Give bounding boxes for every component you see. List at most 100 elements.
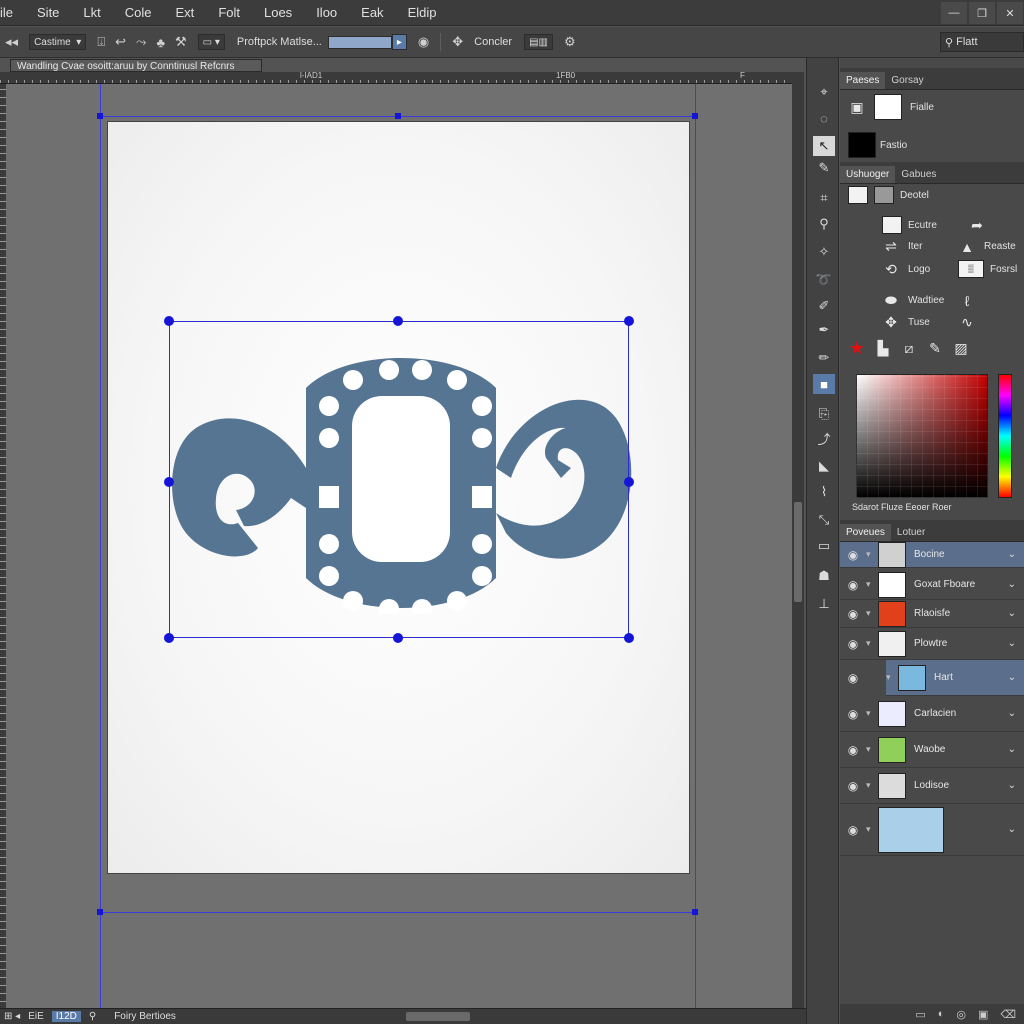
constrain-icon[interactable]: ✥ [452, 34, 463, 50]
layer-row[interactable]: ◉ ▾ Bocine ⌄ [840, 541, 1024, 568]
pencil-icon[interactable]: ✎ [926, 340, 944, 357]
transform-handle-bc[interactable] [393, 633, 403, 643]
char-swatch[interactable] [848, 186, 868, 204]
layer-row[interactable]: ◉ ▾ Rlaoisfe ⌄ [840, 600, 1024, 628]
frame-handle[interactable] [692, 113, 698, 119]
menu-ext[interactable]: Ext [164, 0, 207, 26]
tab-gorsay[interactable]: Gorsay [885, 72, 929, 89]
menu-tools[interactable]: Iloo [304, 0, 349, 26]
layer-row[interactable]: ◉ ▾ Lodisoe ⌄ [840, 768, 1024, 804]
minimize-button[interactable]: — [941, 2, 967, 24]
eye-icon[interactable]: ◉ [418, 34, 429, 50]
visibility-eye-icon[interactable]: ◉ [840, 637, 866, 651]
chevron-down-icon[interactable]: ⌄ [1008, 780, 1016, 791]
menu-file[interactable]: ile [0, 0, 25, 26]
ellipse-icon[interactable]: ⬬ [882, 292, 900, 309]
path-tool-icon[interactable]: ⤡ [813, 510, 835, 530]
menu-help[interactable]: Eldip [396, 0, 449, 26]
visibility-eye-icon[interactable]: ◉ [840, 548, 866, 562]
wave-icon[interactable]: ∿ [958, 314, 976, 331]
chevron-down-icon[interactable]: ⌄ [1008, 638, 1016, 649]
char-swatch-grey[interactable] [874, 186, 894, 204]
layer-expand-icon[interactable]: ▾ [886, 672, 898, 683]
image-icon[interactable]: ▨ [952, 340, 970, 357]
layer-row[interactable]: ◉ ▾ Plowtre ⌄ [840, 628, 1024, 660]
constrain-label[interactable]: Concler [474, 36, 512, 48]
visibility-eye-icon[interactable]: ◉ [840, 707, 866, 721]
type-tool-icon[interactable]: ⌇ [813, 482, 835, 502]
curl-icon[interactable]: ℓ [958, 293, 976, 309]
grid-icon[interactable] [882, 216, 902, 234]
pen-tool-icon[interactable]: ✒ [813, 320, 835, 340]
chevron-down-icon[interactable]: ⌄ [1008, 744, 1016, 755]
frame-handle[interactable] [97, 113, 103, 119]
canvas-area[interactable] [6, 84, 792, 1010]
zoom-tool-icon[interactable]: ⊥ [813, 594, 835, 614]
tab-paeses[interactable]: Paeses [840, 72, 886, 89]
wrench-icon[interactable]: ⚒ [175, 34, 187, 50]
selection-bounding-box[interactable] [169, 321, 629, 638]
lasso-tool-icon[interactable]: ➰ [813, 270, 835, 290]
transform-handle-tc[interactable] [393, 316, 403, 326]
transform-handle-tr[interactable] [624, 316, 634, 326]
layer-expand-icon[interactable]: ▾ [866, 549, 878, 560]
hue-slider[interactable] [998, 374, 1012, 498]
transform-handle-mr[interactable] [624, 477, 634, 487]
crop-tool-icon[interactable]: ⌗ [813, 188, 835, 208]
visibility-eye-icon[interactable]: ◉ [840, 743, 866, 757]
zoom-icon[interactable]: ⚲ [85, 1011, 100, 1022]
new-layer-icon[interactable]: ▣ [978, 1008, 988, 1021]
grid-toggle[interactable]: ▤▥ [524, 34, 553, 50]
chevron-down-icon[interactable]: ⌄ [1008, 708, 1016, 719]
pencil-tool-icon[interactable]: ✏ [813, 348, 835, 368]
puppet-icon[interactable]: ♣ [156, 35, 165, 50]
frame-handle[interactable] [97, 909, 103, 915]
chevron-down-icon[interactable]: ⌄ [1008, 549, 1016, 560]
layer-row[interactable]: ◉ ▾ ⌄ [840, 804, 1024, 856]
menu-site[interactable]: Site [25, 0, 71, 26]
visibility-eye-icon[interactable]: ◉ [840, 671, 866, 685]
transform-handle-bl[interactable] [164, 633, 174, 643]
curve-icon[interactable]: ↩ [115, 34, 126, 50]
visibility-eye-icon[interactable]: ◉ [840, 607, 866, 621]
layer-expand-icon[interactable]: ▾ [866, 708, 878, 719]
background-swatch[interactable] [848, 132, 876, 158]
tab-poveues[interactable]: Poveues [840, 524, 891, 541]
chevron-down-icon[interactable]: ⌄ [1008, 608, 1016, 619]
star-icon[interactable]: ★ [848, 338, 866, 359]
eraser-icon[interactable]: ⧄ [900, 340, 918, 357]
transform-handle-br[interactable] [624, 633, 634, 643]
layer-row[interactable]: ◉ ▾ Hart ⌄ [848, 660, 1024, 696]
layer-expand-icon[interactable]: ▾ [866, 824, 878, 835]
shape-tool-icon[interactable]: ▭ [813, 536, 835, 556]
layer-row[interactable]: ◉ ▾ Carlacien ⌄ [840, 696, 1024, 732]
layer-icon[interactable]: ▣ [848, 99, 866, 116]
visibility-eye-icon[interactable]: ◉ [840, 779, 866, 793]
tab-ushuoger[interactable]: Ushuoger [840, 166, 896, 183]
scroll-thumb[interactable] [794, 502, 802, 602]
chevron-down-icon[interactable]: ⌄ [1008, 672, 1016, 683]
visibility-eye-icon[interactable]: ◉ [840, 823, 866, 837]
selection-tool-icon[interactable]: ↖ [813, 136, 835, 156]
back-arrow-icon[interactable]: ◂◂ [5, 34, 18, 50]
eyedropper-tool-icon[interactable]: ⚲ [813, 214, 835, 234]
menu-loes[interactable]: Loes [252, 0, 304, 26]
stamp-tool-icon[interactable]: ⎘ [813, 404, 835, 424]
adjust-icon[interactable]: ◎ [956, 1008, 966, 1021]
move-icon[interactable]: ✥ [882, 314, 900, 331]
rectangle-tool-icon[interactable]: ■ [813, 374, 835, 394]
layer-expand-icon[interactable]: ▾ [866, 780, 878, 791]
document-tab[interactable]: Wandling Cvae osoitt:aruu by Conntinusl … [10, 59, 262, 72]
layer-expand-icon[interactable]: ▾ [866, 608, 878, 619]
mode-dropdown[interactable]: ▭ ▾ [197, 34, 225, 50]
frame-handle[interactable] [395, 113, 401, 119]
trash-icon[interactable]: ⌫ [1000, 1008, 1016, 1021]
transform-icon[interactable]: ⍗ [97, 34, 105, 50]
layer-expand-icon[interactable]: ▾ [866, 744, 878, 755]
settings-icon[interactable]: ⚙ [564, 34, 576, 50]
warp-icon[interactable]: ⤳ [136, 34, 146, 50]
hand-tool-icon[interactable]: ☗ [813, 566, 835, 586]
layer-row[interactable]: ◉ ▾ Goxat Fboare ⌄ [840, 570, 1024, 600]
arrow-icon[interactable]: ➦ [968, 217, 986, 234]
close-button[interactable]: ✕ [997, 2, 1023, 24]
